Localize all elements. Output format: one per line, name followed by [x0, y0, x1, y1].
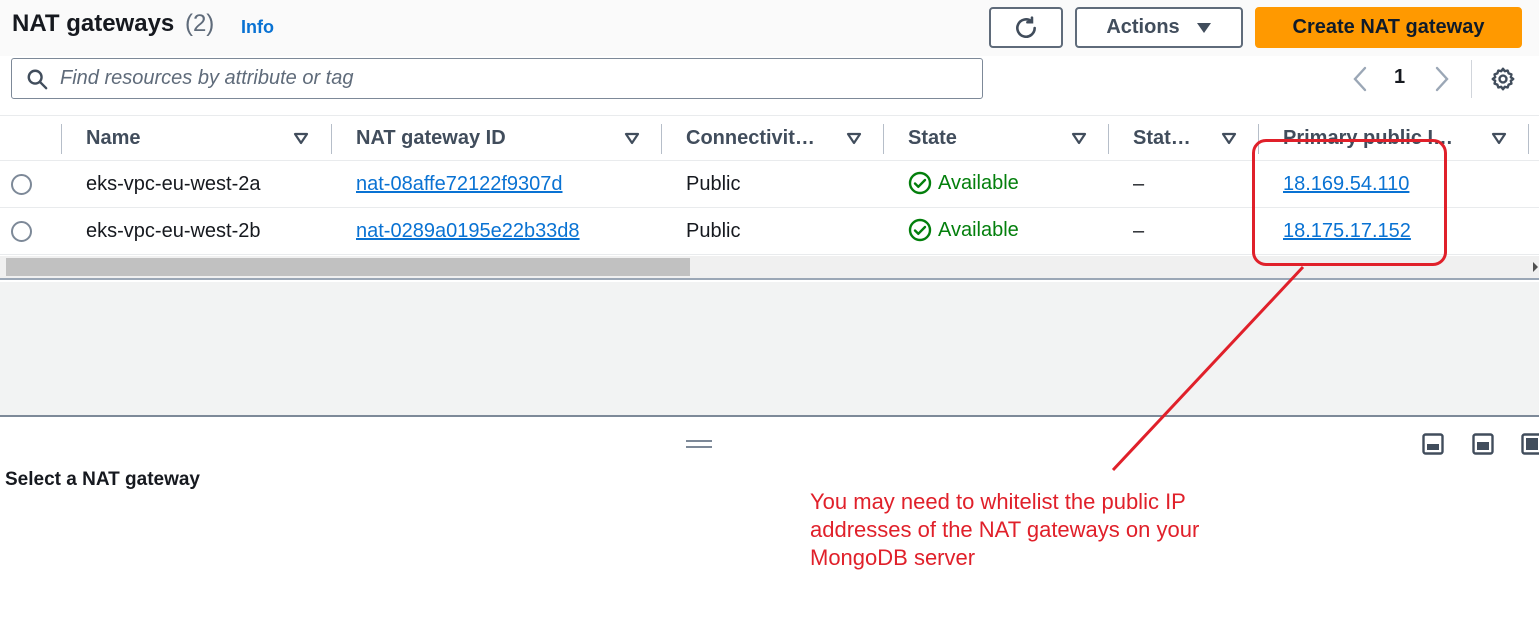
split-panel: Select a NAT gateway: [0, 415, 1539, 636]
sort-caret-icon[interactable]: [846, 130, 862, 146]
column-header-connectivity[interactable]: Connectivit…: [686, 116, 815, 160]
annotation-text: You may need to whitelist the public IP …: [810, 488, 1270, 572]
actions-dropdown[interactable]: Actions: [1075, 7, 1243, 48]
state-label: Available: [938, 171, 1019, 194]
search-input[interactable]: [60, 59, 970, 98]
split-panel-title: Select a NAT gateway: [5, 469, 201, 490]
info-link[interactable]: Info: [241, 17, 274, 38]
caret-down-icon: [1196, 22, 1211, 33]
cell-state: Available: [908, 171, 1019, 195]
refresh-icon: [1016, 15, 1036, 38]
column-divider[interactable]: [1528, 124, 1529, 154]
cell-connectivity: Public: [686, 173, 741, 195]
actions-label: Actions: [1106, 16, 1180, 38]
scroll-right-arrow-icon[interactable]: [1533, 262, 1538, 272]
cell-state-message: –: [1133, 220, 1145, 242]
search-icon: [27, 69, 48, 90]
page-header: NAT gateways (2) Info Actions Create NAT…: [0, 0, 1539, 56]
row-select-radio[interactable]: [11, 221, 32, 242]
page-number[interactable]: 1: [1394, 66, 1405, 89]
cell-connectivity: Public: [686, 220, 741, 242]
cell-nat-gateway-id-link[interactable]: nat-08affe72122f9307d: [356, 173, 563, 196]
chevron-left-icon[interactable]: [1350, 66, 1370, 92]
row-select-radio[interactable]: [11, 174, 32, 195]
sort-caret-icon[interactable]: [624, 130, 640, 146]
state-label: Available: [938, 218, 1019, 241]
column-header-state-message[interactable]: Stat…: [1133, 116, 1191, 160]
cell-name: eks-vpc-eu-west-2b: [86, 220, 261, 242]
panel-position-icon[interactable]: [1422, 433, 1444, 455]
annotation-line-3: MongoDB server: [810, 545, 976, 570]
column-divider[interactable]: [661, 124, 662, 154]
column-header-name[interactable]: Name: [86, 116, 140, 160]
resource-count: (2): [184, 10, 215, 37]
cell-state: Available: [908, 218, 1019, 242]
cell-nat-gateway-id-link[interactable]: nat-0289a0195e22b33d8: [356, 220, 580, 243]
annotation-line-2: addresses of the NAT gateways on your: [810, 517, 1200, 542]
panel-position-icon[interactable]: [1472, 433, 1494, 455]
column-header-state[interactable]: State: [908, 116, 957, 160]
column-divider[interactable]: [883, 124, 884, 154]
sort-caret-icon[interactable]: [1071, 130, 1087, 146]
create-nat-gateway-button[interactable]: Create NAT gateway: [1255, 7, 1522, 48]
search-bar: [11, 58, 983, 99]
panel-position-icon[interactable]: [1521, 433, 1539, 455]
column-divider[interactable]: [1108, 124, 1109, 154]
cell-name: eks-vpc-eu-west-2a: [86, 173, 261, 195]
pagination-divider: [1471, 60, 1472, 98]
sort-caret-icon[interactable]: [293, 130, 309, 146]
check-circle-icon: [908, 171, 932, 195]
gear-icon[interactable]: [1490, 66, 1516, 92]
column-divider[interactable]: [331, 124, 332, 154]
scrollbar-thumb[interactable]: [6, 258, 690, 276]
column-header-nat-gateway-id[interactable]: NAT gateway ID: [356, 116, 506, 160]
annotation-line-1: You may need to whitelist the public IP: [810, 489, 1186, 514]
check-circle-icon: [908, 218, 932, 242]
drag-handle-icon[interactable]: [686, 439, 712, 449]
table-empty-area: [0, 282, 1539, 415]
cell-state-message: –: [1133, 173, 1145, 195]
chevron-right-icon[interactable]: [1432, 66, 1452, 92]
sort-caret-icon[interactable]: [1491, 130, 1507, 146]
annotation-highlight-box: [1252, 139, 1447, 266]
page-title-text: NAT gateways: [12, 10, 175, 37]
sort-caret-icon[interactable]: [1221, 130, 1237, 146]
column-divider: [61, 124, 62, 154]
page-title: NAT gateways (2): [12, 10, 214, 38]
refresh-button[interactable]: [989, 7, 1063, 48]
